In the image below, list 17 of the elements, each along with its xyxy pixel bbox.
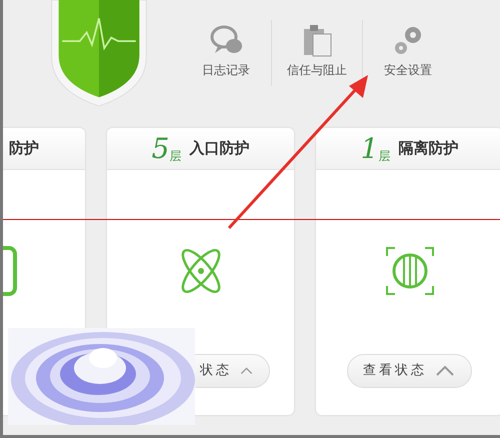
layer-unit: 层 [378,148,390,165]
toolbar-button[interactable]: 信任与阻止 [272,0,362,128]
clipboard-icon [301,24,333,57]
card-title: 隔离防护 [398,138,458,160]
chevron-up-icon [435,365,455,377]
grille-icon [384,246,434,296]
toolbar-button[interactable]: 安全设置 [363,0,453,128]
view-status-button[interactable]: 状态 [194,354,270,388]
settings-icon [392,24,424,57]
toolbar-button[interactable]: 日志记录 [181,0,271,128]
card-title: 防护 [9,138,39,160]
card-title: 入口防护 [189,138,250,160]
chevron-up-icon [240,365,253,377]
layer-count: 5 [152,134,170,162]
layer-count: 1 [360,134,378,162]
layer-unit: 层 [169,148,182,165]
view-status-button[interactable]: 查看状态 [347,354,472,388]
